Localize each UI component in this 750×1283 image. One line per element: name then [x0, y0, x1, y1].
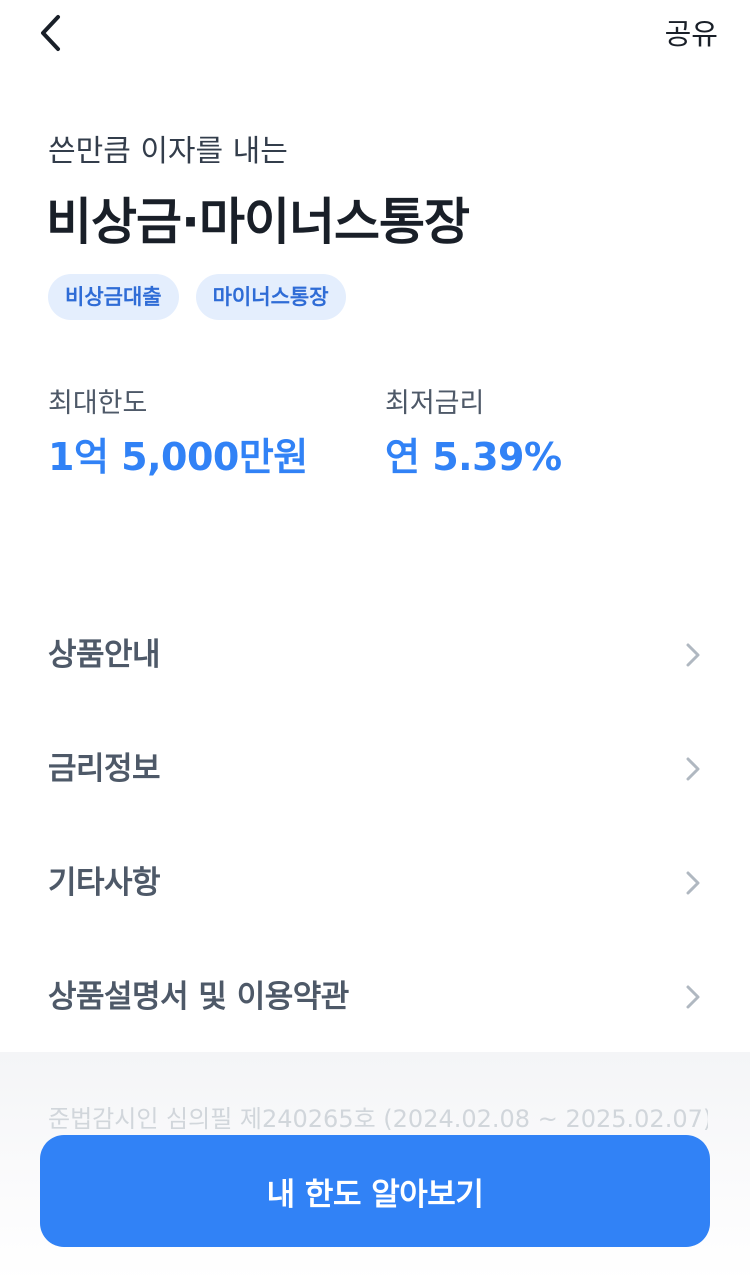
chevron-right-icon [686, 643, 700, 667]
menu-item-label: 상품설명서 및 이용약관 [48, 979, 349, 1015]
compliance-disclaimer: 준법감시인 심의필 제240265호 (2024.02.08 ~ 2025.02… [48, 1105, 708, 1133]
chevron-left-icon [41, 15, 60, 51]
share-button[interactable]: 공유 [665, 14, 718, 54]
menu-item-label: 상품안내 [48, 637, 161, 673]
min-rate-stat: 최저금리 연 5.39% [385, 386, 562, 482]
menu-item-product-info[interactable]: 상품안내 [0, 598, 750, 712]
back-button[interactable] [26, 8, 76, 58]
min-rate-label: 최저금리 [385, 388, 485, 419]
product-subtitle: 쓴만큼 이자를 내는 [48, 134, 288, 169]
min-rate-value: 연 5.39% [385, 435, 562, 479]
chevron-right-icon [686, 757, 700, 781]
menu-item-terms[interactable]: 상품설명서 및 이용약관 [0, 940, 750, 1054]
page-title: 비상금·마이너스통장 [46, 193, 470, 251]
max-limit-value: 1억 5,000만원 [48, 435, 308, 479]
max-limit-label: 최대한도 [48, 388, 148, 419]
top-bar: 공유 [0, 0, 750, 70]
max-limit-stat: 최대한도 1억 5,000만원 [48, 386, 308, 482]
menu-item-label: 기타사항 [48, 865, 161, 901]
menu-item-label: 금리정보 [48, 751, 161, 787]
tag-emergency-loan: 비상금대출 [48, 274, 179, 320]
tag-minus-account: 마이너스통장 [195, 274, 346, 320]
menu-item-other-details[interactable]: 기타사항 [0, 826, 750, 940]
check-my-limit-button[interactable]: 내 한도 알아보기 [40, 1135, 710, 1247]
menu-item-rate-info[interactable]: 금리정보 [0, 712, 750, 826]
tag-list: 비상금대출 마이너스통장 [48, 274, 346, 320]
chevron-right-icon [686, 871, 700, 895]
info-menu: 상품안내 금리정보 기타사항 상품설명서 및 이용약관 [0, 598, 750, 1054]
chevron-right-icon [686, 985, 700, 1009]
